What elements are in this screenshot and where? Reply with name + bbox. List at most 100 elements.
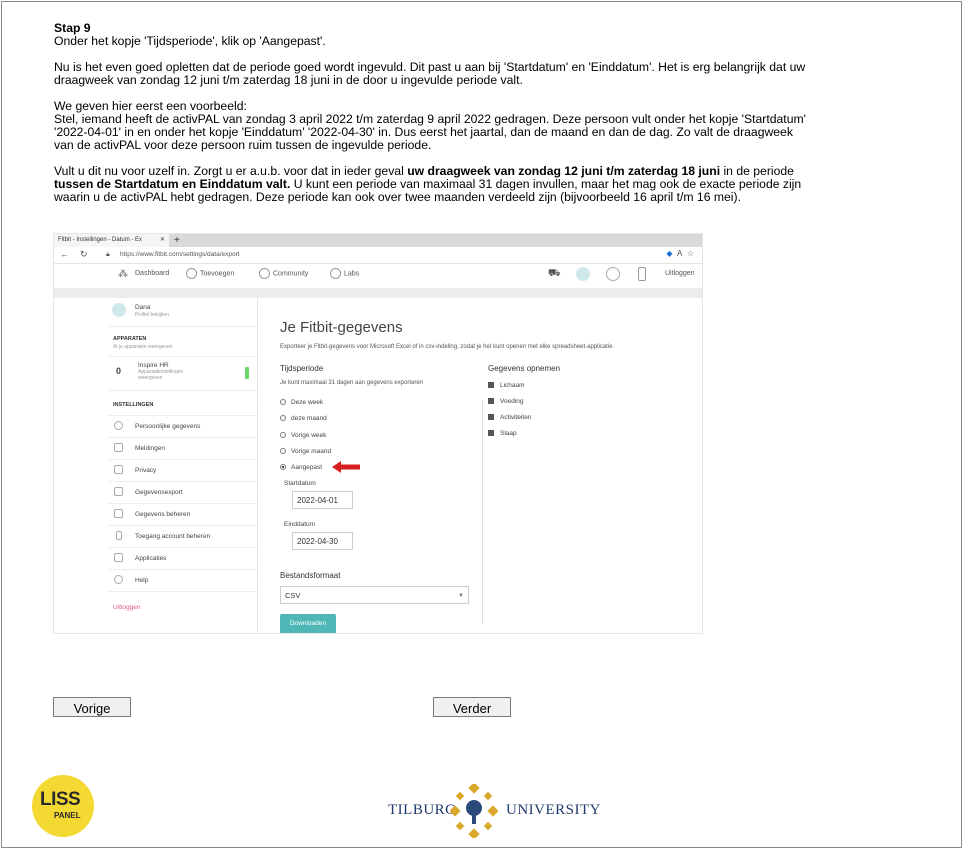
- radio-label: Vorige week: [291, 432, 327, 439]
- sidebar-item-label: Gegevensexport: [135, 489, 183, 496]
- export-panel: Je Fitbit-gegevens Exporteer je Fitbit-g…: [258, 298, 702, 633]
- battery-icon: [245, 367, 249, 379]
- liss-logo-text: LISS: [40, 789, 81, 810]
- checkbox-label: Slaap: [500, 430, 517, 437]
- checkbox-sleep: Slaap: [488, 430, 517, 437]
- column-divider: [482, 400, 483, 624]
- url-text: https://www.fitbit.com/settings/data/exp…: [120, 251, 240, 258]
- nav-labs: Labs: [330, 268, 359, 279]
- browser-tabbar: Fitbit - Instellingen - Datum - Ex ✕ +: [54, 234, 702, 247]
- plus-icon: [186, 268, 197, 279]
- sidebar-item-account-access: Toegang account beheren: [108, 525, 257, 548]
- tag-icon: ◆: [666, 249, 673, 258]
- format-header: Bestandsformaat: [280, 571, 341, 580]
- radio-label: Vorige maand: [291, 448, 332, 455]
- devices-sub: Al je apparaten weergeven: [113, 344, 173, 350]
- device-icon: 0: [116, 366, 122, 376]
- cart-icon: ⛟: [548, 268, 561, 279]
- fitbit-logo-icon: ⁂: [118, 269, 128, 280]
- browser-tab: Fitbit - Instellingen - Datum - Ex ✕: [54, 234, 169, 247]
- apps-icon: [114, 553, 123, 562]
- instruction-p3-line1: We geven hier eerst een voorbeeld:: [54, 99, 247, 113]
- prev-button[interactable]: Vorige: [53, 697, 131, 717]
- start-date-field: 2022-04-01: [292, 491, 353, 509]
- refresh-icon: ↻: [80, 249, 88, 259]
- p4-a: Vult u dit nu voor uzelf in. Zorgt u er …: [54, 164, 408, 178]
- sidebar-devices-header: APPARATEN Al je apparaten weergeven: [108, 326, 257, 357]
- sidebar-device: 0 Inspire HR Apparaatinstellingen weerge…: [108, 356, 257, 391]
- sidebar-item-label: Persoonlijke gegevens: [135, 423, 201, 430]
- checkbox-label: Activiteiten: [500, 414, 532, 421]
- settings-sidebar: Dana Profiel bekijken APPARATEN Al je ap…: [108, 298, 258, 633]
- period-note: Je kunt maximaal 31 dagen aan gegevens e…: [280, 380, 424, 386]
- radio-circle-selected: [280, 464, 286, 471]
- p4-d-bold: tussen de Startdatum en Einddatum valt.: [54, 177, 291, 191]
- radio-circle: [280, 415, 286, 422]
- p4-b-bold: uw draagweek van zondag 12 juni t/m zate…: [407, 164, 721, 178]
- nav-community: Community: [259, 268, 308, 279]
- nav-add-label: Toevoegen: [200, 270, 235, 278]
- favorite-icon: ☆: [686, 249, 694, 258]
- nav-dashboard: Dashboard: [135, 270, 170, 277]
- fitbit-screenshot: Fitbit - Instellingen - Datum - Ex ✕ + ← …: [53, 233, 703, 634]
- sidebar-item-help: Help: [108, 569, 257, 592]
- tilburg-logo-right: UNIVERSITY: [506, 802, 601, 818]
- radio-circle: [280, 399, 286, 406]
- record-header: Gegevens opnemen: [488, 364, 561, 373]
- fitbit-nav: ⁂ Dashboard Toevoegen Community Labs ⛟ U…: [54, 264, 702, 288]
- tilburg-emblem-icon: [450, 784, 498, 838]
- people-icon: [259, 268, 270, 279]
- nav-labs-label: Labs: [344, 270, 360, 278]
- back-icon: ←: [60, 249, 69, 259]
- checkbox-checked-icon: [488, 382, 494, 389]
- sidebar-item-notifications: Meldingen: [108, 437, 257, 460]
- sidebar-item-label: Privacy: [135, 467, 157, 474]
- radio-label: deze maand: [291, 415, 327, 422]
- radio-this-week: Deze week: [280, 399, 323, 406]
- radio-last-week: Vorige week: [280, 432, 326, 439]
- instruction-text: Stap 9 Onder het kopje 'Tijdsperiode', k…: [54, 22, 814, 217]
- nav-logout: Uitloggen: [665, 270, 695, 277]
- avatar: [112, 303, 126, 317]
- end-date-field: 2022-04-30: [292, 532, 353, 550]
- download-button: Downloaden: [280, 614, 336, 633]
- checkbox-checked-icon: [488, 430, 494, 437]
- radio-custom: Aangepast: [280, 464, 322, 471]
- sidebar-user: Dana Profiel bekijken: [108, 298, 257, 327]
- radio-label: Deze week: [291, 399, 324, 406]
- tab-title: Fitbit - Instellingen - Datum - Ex: [58, 237, 143, 243]
- next-button[interactable]: Verder: [433, 697, 511, 717]
- sidebar-item-label: Meldingen: [135, 445, 165, 452]
- checkbox-checked-icon: [488, 398, 494, 405]
- instruction-p4: Vult u dit nu voor uzelf in. Zorgt u er …: [54, 165, 814, 204]
- liss-panel-logo: LISS PANEL: [32, 775, 94, 837]
- browser-addressbar: ← ↻ 🔒︎ https://www.fitbit.com/settings/d…: [54, 247, 702, 264]
- close-icon: ✕: [159, 237, 165, 243]
- instruction-p1: Onder het kopje 'Tijdsperiode', klik op …: [54, 34, 326, 48]
- checkbox-activities: Activiteiten: [488, 414, 531, 421]
- read-aloud-icon: A: [677, 249, 683, 258]
- user-profile-link: Profiel bekijken: [135, 312, 169, 318]
- gray-divider: [54, 288, 702, 298]
- sidebar-item-personal: Persoonlijke gegevens: [108, 415, 257, 438]
- nav-community-label: Community: [273, 270, 309, 278]
- device-settings-link: Apparaatinstellingen weergeven: [138, 369, 184, 381]
- sidebar-logout: Uitloggen: [113, 604, 141, 611]
- sidebar-item-label: Help: [135, 577, 149, 584]
- sidebar-item-privacy: Privacy: [108, 459, 257, 482]
- radio-label: Aangepast: [291, 464, 323, 471]
- checkbox-label: Voeding: [500, 398, 524, 405]
- device-name: Inspire HR: [138, 362, 169, 369]
- tilburg-university-logo: TILBURG UNIVERSITY: [388, 780, 601, 840]
- nav-add: Toevoegen: [186, 268, 234, 279]
- sidebar-item-label: Toegang account beheren: [135, 533, 211, 540]
- page-title: Je Fitbit-gegevens: [280, 319, 403, 336]
- step-title: Stap 9: [54, 21, 91, 35]
- export-icon: [114, 487, 123, 496]
- help-icon: [114, 575, 123, 584]
- devices-header: APPARATEN: [113, 336, 147, 342]
- format-select: CSV ▼: [280, 586, 469, 604]
- period-header: Tijdsperiode: [280, 364, 324, 373]
- sidebar-item-manage-data: Gegevens beheren: [108, 503, 257, 526]
- radio-this-month: deze maand: [280, 415, 327, 422]
